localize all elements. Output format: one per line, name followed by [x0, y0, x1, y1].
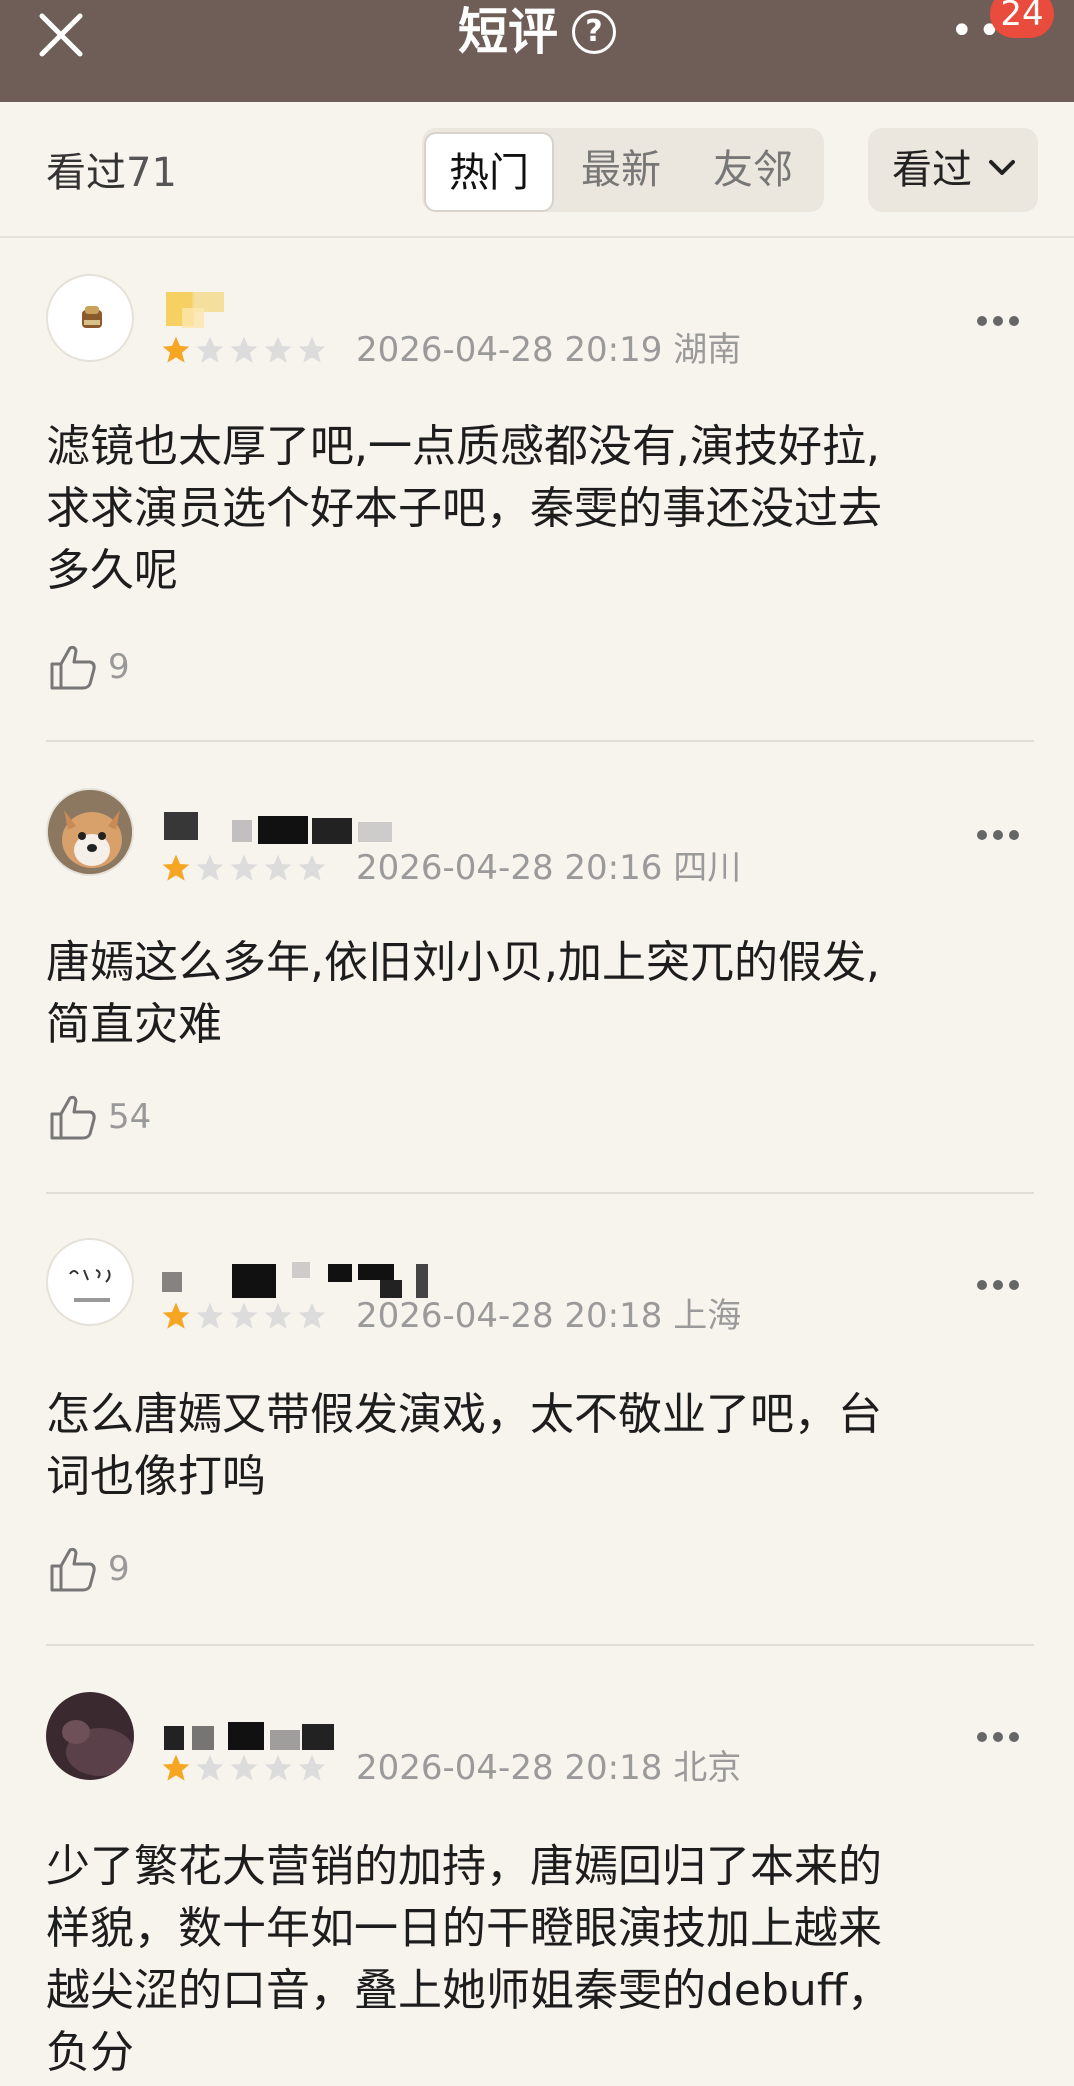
more-options-icon[interactable] [976, 1278, 1020, 1292]
comment-location: 北京 [673, 1748, 742, 1788]
comment-line: 滤镜也太厚了吧,一点质感都没有,演技好拉, [46, 421, 880, 472]
comment-meta: 2026-04-28 20:19 湖南 [356, 330, 741, 370]
help-icon[interactable]: ? [572, 10, 616, 54]
page-title: 短评 [458, 3, 558, 61]
title-area: 短评 ? [0, 0, 1074, 64]
comment-line: 少了繁花大营销的加持，唐嫣回归了本来的 [46, 1841, 882, 1892]
comment-line: 样貌，数十年如一日的干瞪眼演技加上越来 [46, 1903, 882, 1954]
like-button[interactable]: 9 [48, 1544, 130, 1594]
star-empty-icon [230, 1302, 258, 1329]
more-options-icon[interactable] [976, 314, 1020, 328]
avatar-image [48, 790, 132, 874]
seen-filter-dropdown[interactable]: 看过 [868, 128, 1038, 212]
top-bar: 短评 ? •• 24 [0, 0, 1074, 102]
star-empty-icon [196, 1754, 224, 1781]
comment-meta: 2026-04-28 20:18 上海 [356, 1296, 741, 1336]
comment-line: 越尖涩的口音，叠上她师姐秦雯的debuff， [46, 1965, 892, 2016]
star-empty-icon [298, 854, 326, 881]
avatar[interactable] [46, 274, 134, 362]
star-empty-icon [264, 854, 292, 881]
star-empty-icon [264, 1754, 292, 1781]
star-empty-icon [264, 336, 292, 363]
avatar-image [82, 306, 102, 328]
star-empty-icon [264, 1302, 292, 1329]
comment-location: 四川 [673, 848, 742, 888]
comment-text: 怎么唐嫣又带假发演戏，太不敬业了吧，台 词也像打鸣 [46, 1384, 1046, 1508]
username-blurred [166, 292, 224, 328]
filter-bar: 看过71 热门 最新 友邻 看过 [0, 102, 1074, 238]
comment-line: 唐嫣这么多年,依旧刘小贝,加上突兀的假发, [46, 937, 880, 988]
comment-item: 2026-04-28 20:16 四川 唐嫣这么多年,依旧刘小贝,加上突兀的假发… [0, 742, 1074, 1194]
comment-date: 2026-04-28 20:16 [356, 848, 663, 888]
seen-label: 看过 [46, 150, 126, 196]
comment-meta: 2026-04-28 20:18 北京 [356, 1748, 741, 1788]
tab-hot[interactable]: 热门 [424, 132, 554, 212]
star-empty-icon [298, 1302, 326, 1329]
comment-location: 湖南 [673, 330, 742, 370]
star-rating [160, 852, 328, 884]
thumbs-up-icon [50, 1547, 96, 1592]
star-empty-icon [230, 336, 258, 363]
like-count: 54 [108, 1097, 152, 1137]
star-rating [160, 1752, 328, 1784]
comment-item: 2026-04-28 20:18 上海 怎么唐嫣又带假发演戏，太不敬业了吧，台 … [0, 1194, 1074, 1646]
more-options-icon[interactable] [976, 828, 1020, 842]
like-button[interactable]: 9 [48, 642, 130, 692]
tab-latest[interactable]: 最新 [556, 128, 686, 212]
username-blurred [164, 1722, 334, 1750]
star-filled-icon [162, 336, 190, 363]
comment-text: 滤镜也太厚了吧,一点质感都没有,演技好拉, 求求演员选个好本子吧，秦雯的事还没过… [46, 416, 1046, 602]
like-count: 9 [108, 647, 130, 687]
comment-line: 多久呢 [46, 545, 178, 596]
seen-number: 71 [126, 150, 177, 196]
comment-date: 2026-04-28 20:18 [356, 1296, 663, 1336]
star-filled-icon [162, 1302, 190, 1329]
comment-line: 简直灾难 [46, 999, 222, 1050]
seen-count: 看过71 [46, 148, 177, 198]
star-empty-icon [196, 1302, 224, 1329]
comment-line: 负分 [46, 2027, 134, 2078]
like-button[interactable]: 54 [48, 1092, 151, 1142]
seen-filter-label: 看过 [892, 147, 972, 193]
avatar-image [46, 1692, 134, 1780]
avatar-image [69, 1269, 111, 1302]
comment-location: 上海 [673, 1296, 742, 1336]
more-options-icon[interactable] [976, 1730, 1020, 1744]
notification-badge: 24 [990, 0, 1054, 38]
star-empty-icon [298, 336, 326, 363]
sort-tabs: 热门 最新 友邻 [422, 128, 824, 212]
comment-line: 词也像打鸣 [46, 1451, 266, 1502]
star-empty-icon [230, 854, 258, 881]
comment-text: 唐嫣这么多年,依旧刘小贝,加上突兀的假发, 简直灾难 [46, 932, 1046, 1056]
comment-meta: 2026-04-28 20:16 四川 [356, 848, 741, 888]
comment-item: 2026-04-28 20:18 北京 少了繁花大营销的加持，唐嫣回归了本来的 … [0, 1646, 1074, 2086]
star-filled-icon [162, 854, 190, 881]
comment-date: 2026-04-28 20:19 [356, 330, 663, 370]
username-blurred [164, 812, 392, 844]
star-empty-icon [196, 336, 224, 363]
like-count: 9 [108, 1549, 130, 1589]
comment-line: 怎么唐嫣又带假发演戏，太不敬业了吧，台 [46, 1389, 882, 1440]
star-filled-icon [162, 1754, 190, 1781]
avatar[interactable] [46, 1692, 134, 1780]
avatar[interactable] [46, 788, 134, 876]
chevron-down-icon [989, 160, 1015, 175]
star-empty-icon [196, 854, 224, 881]
comment-date: 2026-04-28 20:18 [356, 1748, 663, 1788]
avatar[interactable] [46, 1238, 134, 1326]
thumbs-up-icon [50, 645, 96, 690]
star-rating [160, 1300, 328, 1332]
comment-line: 求求演员选个好本子吧，秦雯的事还没过去 [46, 483, 882, 534]
comment-item: 2026-04-28 20:19 湖南 滤镜也太厚了吧,一点质感都没有,演技好拉… [0, 238, 1074, 742]
thumbs-up-icon [50, 1095, 96, 1140]
star-empty-icon [230, 1754, 258, 1781]
star-rating [160, 334, 328, 366]
tab-friends[interactable]: 友邻 [688, 128, 818, 212]
username-blurred [162, 1262, 428, 1298]
comment-text: 少了繁花大营销的加持，唐嫣回归了本来的 样貌，数十年如一日的干瞪眼演技加上越来 … [46, 1836, 1046, 2084]
star-empty-icon [298, 1754, 326, 1781]
